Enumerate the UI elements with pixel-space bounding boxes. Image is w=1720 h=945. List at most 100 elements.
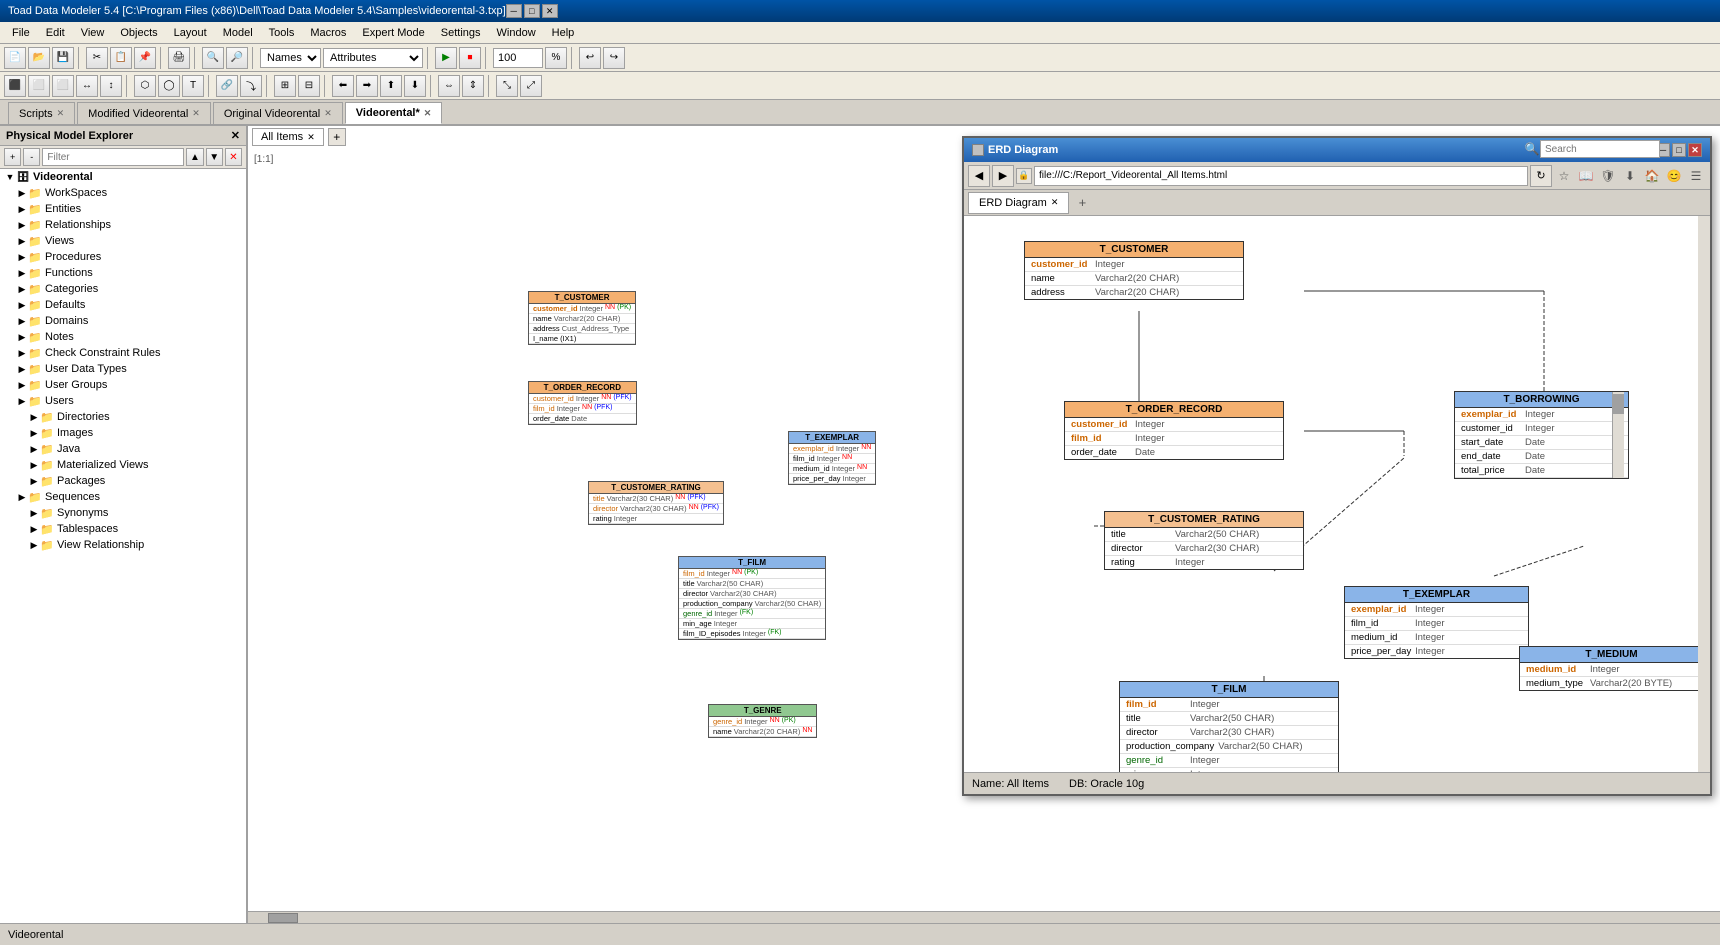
tree-user-data-types[interactable]: ▶ User Data Types [0,361,246,377]
tree-categories-toggle[interactable]: ▶ [16,283,28,295]
erd-borrowing-table[interactable]: T_BORROWING exemplar_id Integer customer… [1454,391,1629,479]
tb-paste[interactable]: 📌 [134,47,156,69]
tab-scripts[interactable]: Scripts ✕ [8,102,75,124]
tb-save[interactable]: 💾 [52,47,74,69]
tb2-align2[interactable]: ➡ [356,75,378,97]
tree-root[interactable]: ▼ 🗄 Videorental [0,169,246,185]
tb-copy[interactable]: 📋 [110,47,132,69]
tree-check-constraint[interactable]: ▶ Check Constraint Rules [0,345,246,361]
tree-vr-toggle[interactable]: ▶ [28,539,40,551]
tree-directories[interactable]: ▶ Directories [0,409,246,425]
tree-synonyms[interactable]: ▶ Synonyms [0,505,246,521]
tb2-align1[interactable]: ⬅ [332,75,354,97]
canvas-t-exemplar[interactable]: T_EXEMPLAR exemplar_id Integer NN film_i… [788,431,876,485]
tb2-align4[interactable]: ⬇ [404,75,426,97]
tb2-size1[interactable]: ⤡ [496,75,518,97]
tree-views[interactable]: ▶ Views [0,233,246,249]
tb-undo[interactable]: ↩ [579,47,601,69]
tree-procedures[interactable]: ▶ Procedures [0,249,246,265]
erd-menu-icon[interactable]: ☰ [1686,166,1706,186]
tree-relationships[interactable]: ▶ Relationships [0,217,246,233]
tree-sequences[interactable]: ▶ Sequences [0,489,246,505]
menu-macros[interactable]: Macros [302,25,354,41]
erd-crating-table[interactable]: T_CUSTOMER_RATING title Varchar2(50 CHAR… [1104,511,1304,570]
attributes-dropdown[interactable]: Attributes [323,48,423,68]
erd-tab-diagram[interactable]: ERD Diagram ✕ [968,192,1069,214]
erd-smiley-icon[interactable]: 😊 [1664,166,1684,186]
tree-categories[interactable]: ▶ Categories [0,281,246,297]
tree-users-toggle[interactable]: ▶ [16,395,28,407]
canvas-t-film[interactable]: T_FILM film_id Integer NN (PK) title Var… [678,556,826,640]
erd-download-icon[interactable]: ⬇ [1620,166,1640,186]
erd-maximize-btn[interactable]: □ [1672,143,1686,157]
tree-functions[interactable]: ▶ Functions [0,265,246,281]
canvas-t-order[interactable]: T_ORDER_RECORD customer_id Integer NN (P… [528,381,637,425]
filter-clear[interactable]: ✕ [225,148,242,166]
tree-domains-toggle[interactable]: ▶ [16,315,28,327]
tb-print[interactable]: 🖨 [168,47,190,69]
erd-star-icon[interactable]: ☆ [1554,166,1574,186]
canvas-t-crating[interactable]: T_CUSTOMER_RATING title Varchar2(30 CHAR… [588,481,724,525]
tab-videorental[interactable]: Videorental* ✕ [345,102,443,124]
canvas-t-customer[interactable]: T_CUSTOMER customer_id Integer NN (PK) n… [528,291,636,345]
menu-model[interactable]: Model [215,25,261,41]
menu-expert-mode[interactable]: Expert Mode [354,25,432,41]
tb2-11[interactable]: ⊞ [274,75,296,97]
tab-original-videorental[interactable]: Original Videorental ✕ [213,102,343,124]
menu-layout[interactable]: Layout [166,25,215,41]
menu-edit[interactable]: Edit [38,25,73,41]
canvas-area[interactable]: All Items ✕ + [1:1] T_CUSTOMER customer_… [248,126,1720,923]
tree-syn-toggle[interactable]: ▶ [28,507,40,519]
tb-open[interactable]: 📂 [28,47,50,69]
tab-original-close[interactable]: ✕ [324,108,332,119]
menu-view[interactable]: View [73,25,113,41]
tree-images[interactable]: ▶ Images [0,425,246,441]
erd-exemplar-table[interactable]: T_EXEMPLAR exemplar_id Integer film_id I… [1344,586,1529,659]
tb-zoom-pct[interactable]: % [545,47,567,69]
tb2-6[interactable]: ⬡ [134,75,156,97]
tree-packages[interactable]: ▶ Packages [0,473,246,489]
erd-url-bar[interactable] [1034,166,1528,186]
erd-forward-btn[interactable]: ▶ [992,165,1014,187]
tb2-7[interactable]: ◯ [158,75,180,97]
zoom-input[interactable] [493,48,543,68]
tab-modified-videorental[interactable]: Modified Videorental ✕ [77,102,211,124]
tree-views-toggle[interactable]: ▶ [16,235,28,247]
close-button[interactable]: ✕ [542,4,558,18]
tb2-1[interactable]: ⬛ [4,75,26,97]
tb2-9[interactable]: 🔗 [216,75,238,97]
tree-defaults-toggle[interactable]: ▶ [16,299,28,311]
filter-up[interactable]: ▲ [186,148,203,166]
tree-domains[interactable]: ▶ Domains [0,313,246,329]
tb2-5[interactable]: ↕ [100,75,122,97]
tree-entities-toggle[interactable]: ▶ [16,203,28,215]
tb-cut[interactable]: ✂ [86,47,108,69]
tree-collapse-all[interactable]: - [23,148,40,166]
tree-seq-toggle[interactable]: ▶ [16,491,28,503]
tree-notes-toggle[interactable]: ▶ [16,331,28,343]
menu-settings[interactable]: Settings [433,25,489,41]
tb2-dist2[interactable]: ⇕ [462,75,484,97]
canvas-t-genre[interactable]: T_GENRE genre_id Integer NN (PK) name Va… [708,704,817,738]
tb2-12[interactable]: ⊟ [298,75,320,97]
tree-users[interactable]: ▶ Users [0,393,246,409]
tb2-10[interactable]: ⤵ [240,75,262,97]
erd-order-table[interactable]: T_ORDER_RECORD customer_id Integer film_… [1064,401,1284,460]
erd-canvas[interactable]: T_CUSTOMER customer_id Integer name Varc… [964,216,1710,772]
menu-objects[interactable]: Objects [112,25,165,41]
tree-user-groups[interactable]: ▶ User Groups [0,377,246,393]
menu-window[interactable]: Window [489,25,544,41]
tb2-3[interactable]: ⬜ [52,75,74,97]
tb-stop[interactable]: ⏹ [459,47,481,69]
tree-dir-toggle[interactable]: ▶ [28,411,40,423]
tree-functions-toggle[interactable]: ▶ [16,267,28,279]
tab-modified-close[interactable]: ✕ [192,108,200,119]
tb2-size2[interactable]: ⤢ [520,75,542,97]
erd-close-btn[interactable]: ✕ [1688,143,1702,157]
tree-img-toggle[interactable]: ▶ [28,427,40,439]
erd-film-table[interactable]: T_FILM film_id Integer title Varchar2(50… [1119,681,1339,772]
tree-relationships-toggle[interactable]: ▶ [16,219,28,231]
left-panel-close-icon[interactable]: ✕ [231,129,240,142]
tb2-8[interactable]: T [182,75,204,97]
erd-back-btn[interactable]: ◀ [968,165,990,187]
